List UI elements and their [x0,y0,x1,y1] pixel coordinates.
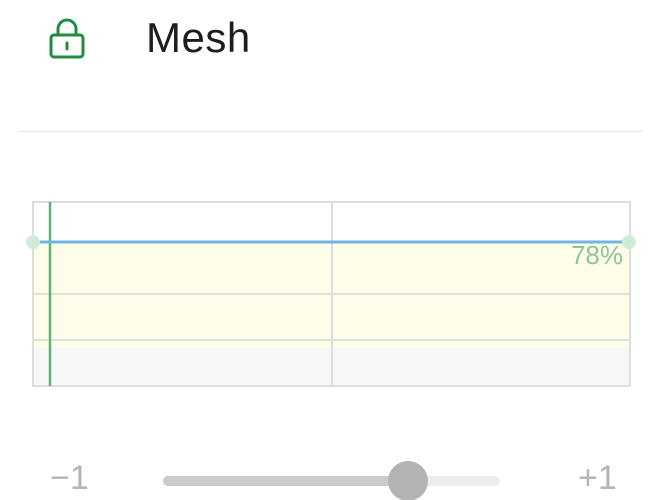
value-graph[interactable]: 78% [0,190,651,400]
lock-icon[interactable] [46,16,88,62]
value-label: 78% [571,240,623,270]
slider-track[interactable] [163,476,500,486]
slider-row: −1 +1 [0,452,651,500]
slider-max-label: +1 [578,459,617,497]
slider-track-fill [163,476,408,486]
right-handle [622,235,636,249]
slider-thumb[interactable] [388,461,428,500]
header: Mesh [0,0,651,84]
divider [18,131,643,132]
screen: Mesh 78% −1 +1 [0,0,651,500]
left-handle [26,235,40,249]
page-title: Mesh [146,14,251,61]
slider-min-label: −1 [50,459,89,497]
